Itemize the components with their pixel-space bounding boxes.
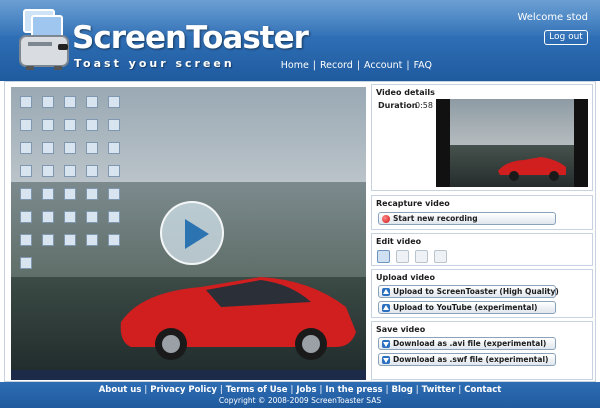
nav-separator: | bbox=[312, 60, 316, 71]
save-panel: Save video Download as .avi file (experi… bbox=[371, 321, 593, 380]
download-swf-label: Download as .swf file (experimental) bbox=[393, 355, 549, 364]
toaster-logo-icon[interactable] bbox=[16, 6, 76, 74]
video-car-image bbox=[120, 277, 356, 360]
footer-separator: | bbox=[290, 385, 294, 395]
nav-home[interactable]: Home bbox=[281, 60, 309, 71]
edit-title: Edit video bbox=[376, 237, 422, 246]
edit-panel: Edit video bbox=[371, 233, 593, 266]
thumbnail-car-image bbox=[498, 157, 566, 181]
upload-panel: Upload video Upload to ScreenToaster (Hi… bbox=[371, 269, 593, 318]
logo-title[interactable]: ScreenToaster bbox=[72, 20, 309, 56]
video-details-title: Video details bbox=[376, 88, 435, 97]
camera-icon[interactable] bbox=[415, 250, 428, 263]
upload-title: Upload video bbox=[376, 273, 435, 282]
footer-link-blog[interactable]: Blog bbox=[391, 385, 412, 395]
footer-link-contact[interactable]: Contact bbox=[464, 385, 501, 395]
header: ScreenToaster Toast your screen Welcome … bbox=[0, 0, 600, 81]
nav-separator: | bbox=[356, 60, 361, 71]
video-thumbnail[interactable] bbox=[436, 99, 588, 187]
thumbnail-sky bbox=[450, 99, 574, 145]
mute-icon[interactable] bbox=[396, 250, 409, 263]
main-nav: Home | Record | Account | FAQ bbox=[281, 60, 432, 71]
duration-value: 0:58 bbox=[415, 101, 433, 110]
footer-link-twitter[interactable]: Twitter bbox=[422, 385, 456, 395]
start-recording-label: Start new recording bbox=[393, 214, 478, 223]
footer-separator: | bbox=[319, 385, 323, 395]
video-details-panel: Video details Duration 0:58 bbox=[371, 84, 593, 191]
record-icon bbox=[382, 215, 390, 223]
logout-button[interactable]: Log out bbox=[544, 30, 588, 45]
download-avi-label: Download as .avi file (experimental) bbox=[393, 339, 547, 348]
footer-link-jobs[interactable]: Jobs bbox=[296, 385, 316, 395]
save-title: Save video bbox=[376, 325, 426, 334]
comment-icon[interactable] bbox=[377, 250, 390, 263]
footer-link-press[interactable]: In the press bbox=[325, 385, 382, 395]
footer-separator: | bbox=[144, 385, 148, 395]
upload-youtube-label: Upload to YouTube (experimental) bbox=[393, 303, 538, 312]
play-button[interactable] bbox=[160, 201, 224, 265]
nav-record[interactable]: Record bbox=[320, 60, 353, 71]
video-player[interactable] bbox=[11, 87, 366, 380]
upload-icon bbox=[382, 304, 390, 312]
edit-toolbar bbox=[377, 250, 453, 263]
duration-label: Duration bbox=[378, 101, 418, 110]
upload-screentoaster-label: Upload to ScreenToaster (High Quality) bbox=[393, 287, 559, 296]
recapture-title: Recapture video bbox=[376, 199, 450, 208]
nav-account[interactable]: Account bbox=[364, 60, 402, 71]
nav-faq[interactable]: FAQ bbox=[414, 60, 432, 71]
upload-youtube-button[interactable]: Upload to YouTube (experimental) bbox=[378, 301, 556, 314]
play-icon bbox=[185, 219, 209, 249]
footer-link-terms[interactable]: Terms of Use bbox=[226, 385, 288, 395]
footer-link-about[interactable]: About us bbox=[99, 385, 142, 395]
main-content: Video details Duration 0:58 Recapture vi… bbox=[4, 81, 596, 382]
copyright-text: Copyright © 2008-2009 ScreenToaster SAS bbox=[218, 396, 382, 405]
download-icon bbox=[382, 356, 390, 364]
nav-separator: | bbox=[406, 60, 410, 71]
welcome-text: Welcome stod bbox=[517, 12, 588, 23]
footer-separator: | bbox=[385, 385, 389, 395]
footer-separator: | bbox=[415, 385, 419, 395]
footer-separator: | bbox=[458, 385, 462, 395]
download-avi-button[interactable]: Download as .avi file (experimental) bbox=[378, 337, 556, 350]
start-recording-button[interactable]: Start new recording bbox=[378, 212, 556, 225]
video-taskbar bbox=[11, 370, 366, 380]
upload-screentoaster-button[interactable]: Upload to ScreenToaster (High Quality) bbox=[378, 285, 559, 298]
desktop-icons bbox=[15, 93, 127, 277]
recapture-panel: Recapture video Start new recording bbox=[371, 195, 593, 230]
footer: About us | Privacy Policy | Terms of Use | Job… bbox=[0, 382, 600, 408]
logo-tagline: Toast your screen bbox=[74, 57, 235, 70]
footer-links: About us | Privacy Policy | Terms of Use | Job… bbox=[0, 382, 600, 395]
upload-icon bbox=[382, 288, 390, 296]
download-swf-button[interactable]: Download as .swf file (experimental) bbox=[378, 353, 556, 366]
microphone-icon[interactable] bbox=[434, 250, 447, 263]
download-icon bbox=[382, 340, 390, 348]
footer-link-privacy[interactable]: Privacy Policy bbox=[150, 385, 217, 395]
footer-separator: | bbox=[219, 385, 223, 395]
